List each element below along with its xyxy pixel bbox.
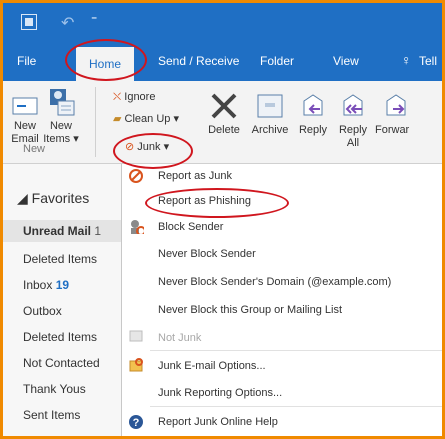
menu-divider <box>150 406 442 407</box>
new-items-button[interactable]: New Items ▾ <box>41 87 81 146</box>
delete-button[interactable]: Delete <box>201 91 247 137</box>
block-sender-icon <box>131 220 144 234</box>
archive-label: Archive <box>251 124 289 136</box>
new-items-icon <box>50 89 75 116</box>
reply-icon <box>303 94 323 116</box>
junk-icon: ⊘ <box>125 141 135 153</box>
junk-report-icon <box>129 169 143 183</box>
folder-item[interactable]: Inbox 19 <box>23 278 69 292</box>
folder-item[interactable]: Deleted Items <box>23 252 97 266</box>
menu-item-never-block-group[interactable]: Never Block this Group or Mailing List <box>158 304 342 316</box>
folder-label: Sent Items <box>23 408 81 422</box>
tab-view[interactable]: View <box>333 54 359 68</box>
chevron-down-icon: ▾ <box>173 113 179 125</box>
tab-folder[interactable]: Folder <box>260 54 294 68</box>
menu-divider <box>150 350 442 351</box>
folder-label: Outbox <box>23 304 62 318</box>
archive-button[interactable]: Archive <box>249 91 291 137</box>
lightbulb-icon[interactable]: ♀ <box>401 52 412 68</box>
favorites-header[interactable]: ◢ Favorites <box>17 190 89 207</box>
outlook-window: ↶ ⁼ File Home Send / Receive Folder View… <box>0 0 445 439</box>
archive-icon <box>257 94 283 118</box>
folder-item[interactable]: Sent Items <box>23 408 80 422</box>
folder-item[interactable]: Deleted Items <box>23 330 97 344</box>
new-email-label: New <box>13 120 36 132</box>
menu-item-not-junk: Not Junk <box>158 332 202 344</box>
forward-button[interactable]: Forwar <box>375 91 442 137</box>
menu-item-report-junk[interactable]: Report as Junk <box>158 170 232 182</box>
ignore-icon: ⛌ <box>113 91 122 103</box>
tab-send-receive[interactable]: Send / Receive <box>158 54 239 68</box>
ignore-button[interactable]: ⛌ Ignore <box>113 91 155 104</box>
menu-item-never-block-sender[interactable]: Never Block Sender <box>158 248 256 260</box>
folder-label: Unread Mail <box>23 224 92 238</box>
quick-access-more-icon[interactable]: ⁼ <box>91 13 97 27</box>
undo-icon[interactable]: ↶ <box>61 13 74 33</box>
ribbon-separator <box>95 87 96 157</box>
chevron-down-icon: ▾ <box>73 133 79 145</box>
reply-button[interactable]: Reply <box>295 91 331 137</box>
folder-label: Thank Yous <box>23 382 86 396</box>
delete-label: Delete <box>208 124 240 136</box>
new-email-button[interactable]: New Email <box>5 95 45 146</box>
folder-label: Deleted Items <box>23 330 98 344</box>
junk-label: Junk <box>137 141 161 153</box>
folder-item[interactable]: Thank Yous <box>23 382 86 396</box>
junk-button[interactable]: ⊘ Junk ▾ <box>125 141 169 154</box>
clean-up-label: Clean Up <box>124 113 171 125</box>
menu-item-junk-reporting-options[interactable]: Junk Reporting Options... <box>158 387 282 399</box>
new-email-icon <box>12 97 38 115</box>
reply-all-icon <box>343 94 363 116</box>
reply-label: Reply <box>298 124 328 136</box>
title-bar: ↶ ⁼ <box>3 3 442 43</box>
menu-item-never-block-domain[interactable]: Never Block Sender's Domain (@example.co… <box>158 276 391 288</box>
new-items-label-2: Items <box>43 133 71 145</box>
tab-file[interactable]: File <box>17 54 36 68</box>
not-junk-icon <box>129 330 143 342</box>
junk-dropdown-menu: Report as Junk Report as Phishing Block … <box>121 164 442 436</box>
forward-label: Forwar <box>375 124 410 136</box>
ribbon-tabs: File Home Send / Receive Folder View ♀ T… <box>3 43 442 81</box>
folder-item[interactable]: Outbox <box>23 304 62 318</box>
folder-label: Inbox <box>23 278 53 292</box>
new-items-label: New <box>49 120 72 132</box>
menu-item-junk-online-help[interactable]: Report Junk Online Help <box>158 416 278 428</box>
menu-item-report-phishing[interactable]: Report as Phishing <box>158 195 251 207</box>
forward-icon <box>386 94 406 116</box>
junk-options-icon <box>129 358 143 372</box>
menu-item-block-sender[interactable]: Block Sender <box>158 221 223 233</box>
tab-home[interactable]: Home <box>76 47 134 81</box>
folder-pane: ◢ Favorites Unread Mail 1 Deleted Items … <box>3 164 122 436</box>
delete-icon <box>211 93 237 119</box>
svg-text:?: ? <box>133 417 140 429</box>
group-label-new: New <box>23 143 46 155</box>
clean-up-icon: ▰ <box>113 113 122 125</box>
ignore-label: Ignore <box>124 91 156 103</box>
tab-tell-me[interactable]: Tell <box>419 54 437 68</box>
unread-count-badge: 19 <box>55 278 70 292</box>
folder-count: 1 <box>94 224 102 238</box>
reply-all-label-2: All <box>346 137 360 149</box>
folder-label: Not Contacted <box>23 356 100 370</box>
folder-label: Deleted Items <box>23 252 98 266</box>
help-icon: ? <box>129 415 143 429</box>
reply-all-button[interactable]: Reply All <box>335 91 371 150</box>
reply-all-label: Reply <box>338 124 368 136</box>
folder-item[interactable]: Not Contacted <box>23 356 100 370</box>
chevron-down-icon: ▾ <box>163 141 170 153</box>
menu-item-junk-email-options[interactable]: Junk E-mail Options... <box>158 360 266 372</box>
clean-up-button[interactable]: ▰ Clean Up ▾ <box>113 113 179 126</box>
outlook-icon <box>21 14 37 30</box>
folder-item[interactable]: Unread Mail 1 <box>3 220 121 242</box>
